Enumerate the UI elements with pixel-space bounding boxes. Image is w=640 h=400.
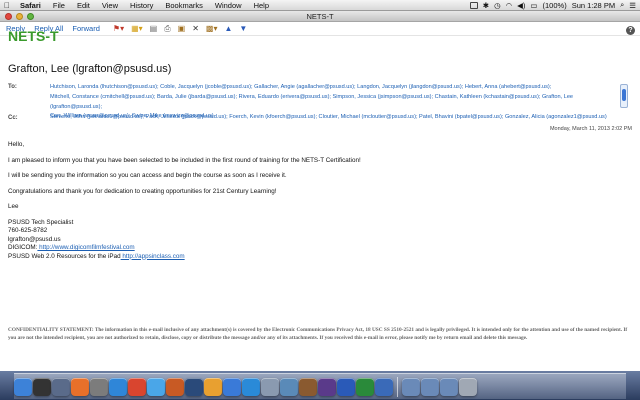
menu-history[interactable]: History: [124, 1, 159, 10]
bluetooth-icon[interactable]: ✱: [483, 1, 489, 10]
sign-off-name: Lee: [8, 203, 19, 210]
signature-digicom: DIGICOM: http://www.digicomfilmfestival.…: [8, 244, 135, 251]
spotlight-icon[interactable]: ⌕: [620, 0, 624, 10]
to-recipients-line[interactable]: Mitchell, Constance (cmitchell@psusd.us)…: [50, 92, 610, 112]
time-machine-icon[interactable]: [469, 1, 478, 9]
dock-separator: [397, 376, 398, 397]
app-store-icon[interactable]: [242, 377, 260, 396]
body-paragraph: I will be sending you the information so…: [8, 172, 287, 179]
greeting: Hello,: [8, 141, 25, 148]
help-icon[interactable]: ?: [626, 26, 635, 35]
junk-icon[interactable]: ▣: [178, 24, 186, 33]
pages-icon[interactable]: [204, 377, 222, 396]
chrome-icon[interactable]: [128, 377, 146, 396]
digicom-link[interactable]: http://www.digicomfilmfestival.com: [37, 244, 135, 251]
flag-icon[interactable]: ⚑▾: [113, 24, 124, 33]
body-paragraph: I am pleased to inform you that you have…: [8, 156, 361, 164]
folder-icon[interactable]: [402, 377, 420, 396]
toolbar-icons: ⚑▾ ▦▾ ▤ ⎙ ▣ ✕ ▩▾ ▲ ▼: [113, 24, 247, 33]
forward-button[interactable]: Forward: [72, 24, 100, 33]
word-icon[interactable]: [337, 377, 355, 396]
next-item-icon[interactable]: ▼: [239, 24, 247, 33]
print-icon[interactable]: ⎙: [164, 24, 170, 33]
appsinclass-link[interactable]: http://appsinclass.com: [121, 253, 184, 260]
firefox-icon[interactable]: [71, 377, 89, 396]
rules-icon[interactable]: ▩▾: [206, 24, 218, 33]
mission-control-icon[interactable]: [52, 377, 70, 396]
excel-icon[interactable]: [356, 377, 374, 396]
outlook-icon[interactable]: [375, 377, 393, 396]
powerpoint-icon[interactable]: [166, 377, 184, 396]
confidentiality-statement: CONFIDENTIALITY STATEMENT: The informati…: [8, 327, 628, 341]
imovie-icon[interactable]: [318, 377, 336, 396]
volume-icon[interactable]: ◀): [517, 1, 525, 10]
status-area: ✱ ◷ ◠ ◀) ▭ (100%) Sun 1:28 PM ⌕ ☰: [469, 0, 640, 10]
delete-icon[interactable]: ✕: [192, 24, 199, 33]
menu-window[interactable]: Window: [209, 1, 248, 10]
signature-phone: 760-625-8782: [8, 227, 48, 234]
apple-menu-icon[interactable]: : [0, 1, 14, 10]
recipients-scrollbar[interactable]: [620, 84, 628, 108]
itunes-icon[interactable]: [223, 377, 241, 396]
messages-icon[interactable]: [147, 377, 165, 396]
move-to-folder-icon[interactable]: ▤: [150, 24, 158, 33]
clock-status-icon[interactable]: ◷: [494, 1, 501, 10]
window-titlebar[interactable]: NETS-T: [0, 11, 640, 22]
categorize-icon[interactable]: ▦▾: [131, 24, 143, 33]
battery-percent[interactable]: (100%): [543, 1, 567, 10]
body-paragraph: Congratulations and thank you for dedica…: [8, 187, 277, 195]
menu-app-name[interactable]: Safari: [14, 1, 47, 10]
mail-toolbar: Reply Reply All Forward ⚑▾ ▦▾ ▤ ⎙ ▣ ✕ ▩▾…: [0, 22, 640, 36]
message-sender: Grafton, Lee (lgrafton@psusd.us): [8, 63, 172, 75]
dashboard-icon[interactable]: [33, 377, 51, 396]
menu-edit[interactable]: Edit: [71, 1, 96, 10]
iphoto-icon[interactable]: [280, 377, 298, 396]
previous-item-icon[interactable]: ▲: [224, 24, 232, 33]
menu-bar:  Safari File Edit View History Bookmark…: [0, 0, 640, 11]
signature-web-resources: PSUSD Web 2.0 Resources for the iPad htt…: [8, 252, 185, 260]
menu-bookmarks[interactable]: Bookmarks: [159, 1, 209, 10]
signature-title: PSUSD Tech Specialist: [8, 218, 74, 226]
photoshop-icon[interactable]: [185, 377, 203, 396]
wifi-icon[interactable]: ◠: [506, 1, 513, 10]
dock: [14, 373, 626, 399]
menu-file[interactable]: File: [47, 1, 71, 10]
battery-icon[interactable]: ▭: [530, 1, 537, 10]
trash-icon[interactable]: [459, 377, 477, 396]
finder-icon[interactable]: [14, 377, 32, 396]
safari-icon[interactable]: [109, 377, 127, 396]
message-date: Monday, March 11, 2013 2:02 PM: [549, 126, 632, 132]
window-title: NETS-T: [306, 11, 334, 21]
menu-clock[interactable]: Sun 1:28 PM: [572, 1, 615, 10]
menu-help[interactable]: Help: [248, 1, 275, 10]
system-preferences-icon[interactable]: [90, 377, 108, 396]
documents-icon[interactable]: [440, 377, 458, 396]
page-title: NETS-T: [8, 28, 59, 44]
to-label: To:: [8, 84, 17, 90]
preview-icon[interactable]: [261, 377, 279, 396]
cc-label: Cc:: [8, 115, 18, 121]
downloads-icon[interactable]: [421, 377, 439, 396]
signature: PSUSD Tech Specialist 760-625-8782 lgraf…: [8, 219, 628, 262]
cc-recipients[interactable]: Carr, William (wcarr@psusd.us); Swize, M…: [50, 113, 610, 119]
message-body: Hello, I am pleased to inform you that y…: [8, 141, 628, 261]
notification-center-icon[interactable]: ☰: [629, 1, 636, 10]
signature-email: lgrafton@psusd.us: [8, 235, 61, 243]
to-recipients-line[interactable]: Hutchison, Laronda (lhutchison@psusd.us)…: [50, 82, 610, 92]
menu-view[interactable]: View: [96, 1, 124, 10]
garageband-icon[interactable]: [299, 377, 317, 396]
